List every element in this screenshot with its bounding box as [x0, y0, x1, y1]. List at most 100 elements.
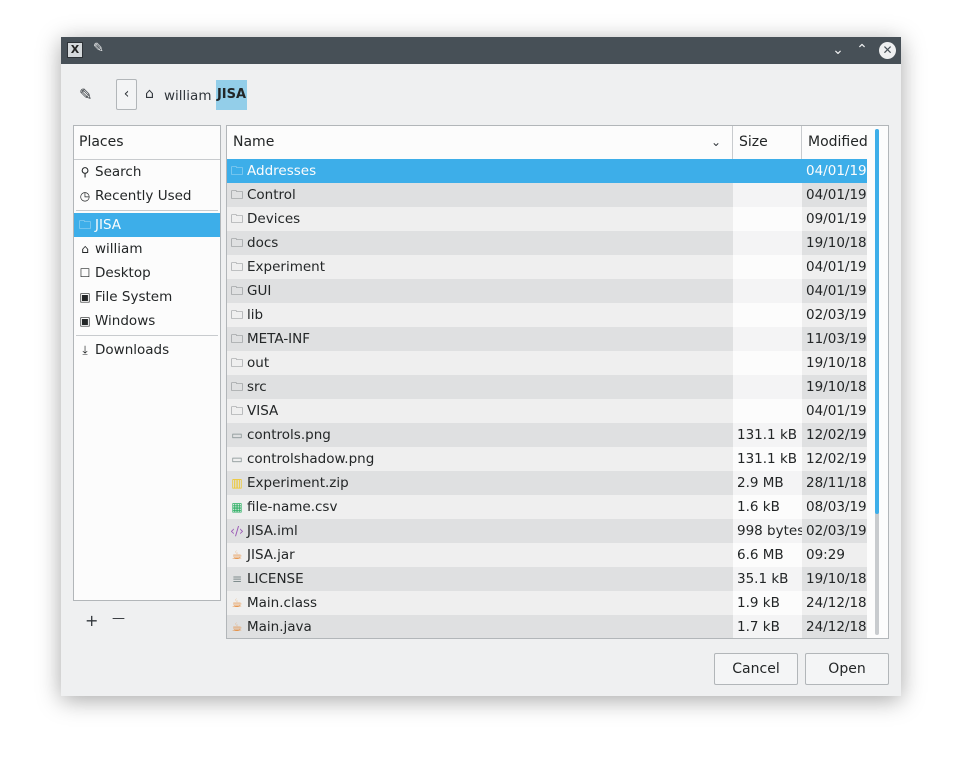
place-file-system[interactable]: ▣ File System — [74, 285, 220, 309]
place-william[interactable]: ⌂ william — [74, 237, 220, 261]
file-name-cell: 🗀 out — [227, 351, 733, 375]
pencil-icon[interactable]: ✎ — [79, 85, 92, 104]
file-name: Experiment.zip — [247, 475, 349, 491]
home-icon[interactable]: ⌂ — [145, 86, 154, 102]
place-recently-used[interactable]: ◷ Recently Used — [74, 184, 220, 208]
file-row[interactable]: 🗀 docs 19/10/18 — [227, 231, 867, 255]
back-button[interactable]: ‹ — [116, 79, 137, 110]
folder-icon: 🗀 — [230, 284, 243, 298]
file-name-cell: 🗀 docs — [227, 231, 733, 255]
file-row[interactable]: ▭ controls.png 131.1 kB 12/02/19 — [227, 423, 867, 447]
file-modified: 04/01/19 — [802, 255, 867, 279]
file-modified: 19/10/18 — [802, 231, 867, 255]
file-row[interactable]: 🗀 GUI 04/01/19 — [227, 279, 867, 303]
file-row[interactable]: 🗀 VISA 04/01/19 — [227, 399, 867, 423]
scroll-thumb[interactable] — [875, 129, 879, 514]
file-size: 1.7 kB — [733, 615, 802, 638]
file-size: 131.1 kB — [733, 423, 802, 447]
places-header: Places — [74, 126, 220, 160]
titlebar[interactable]: X ✎ ⌄ ⌃ ✕ — [61, 37, 901, 64]
file-name: Main.java — [247, 619, 312, 635]
place-windows[interactable]: ▣ Windows — [74, 309, 220, 333]
file-modified: 24/12/18 — [802, 615, 867, 638]
chevron-down-icon[interactable]: ⌄ — [711, 126, 721, 159]
chevron-down-icon[interactable]: ⌄ — [828, 40, 848, 60]
code-file-icon: ‹/› — [230, 524, 244, 538]
file-size: 1.6 kB — [733, 495, 802, 519]
file-dialog: X ✎ ⌄ ⌃ ✕ ✎ ‹ ⌂ william JISA Places ⚲ Sea… — [61, 37, 901, 696]
file-name-cell: ▭ controls.png — [227, 423, 733, 447]
add-place-button[interactable]: + — [85, 611, 98, 630]
file-size — [733, 231, 802, 255]
file-modified: 08/03/19 — [802, 495, 867, 519]
close-icon[interactable]: ✕ — [879, 42, 896, 59]
file-modified: 19/10/18 — [802, 567, 867, 591]
file-size: 998 bytes — [733, 519, 802, 543]
folder-icon: 🗀 — [230, 356, 243, 370]
search-icon: ⚲ — [80, 165, 90, 179]
file-row[interactable]: 🗀 out 19/10/18 — [227, 351, 867, 375]
divider — [76, 210, 218, 211]
file-name-cell: ▭ controlshadow.png — [227, 447, 733, 471]
file-name: JISA.iml — [247, 523, 298, 539]
file-name: JISA.jar — [247, 547, 295, 563]
place-desktop[interactable]: ☐ Desktop — [74, 261, 220, 285]
file-name-cell: 🗀 Addresses — [227, 159, 733, 183]
file-size: 35.1 kB — [733, 567, 802, 591]
file-name-cell: 🗀 lib — [227, 303, 733, 327]
file-row[interactable]: ☕ Main.java 1.7 kB 24/12/18 — [227, 615, 867, 638]
folder-icon: 🗀 — [230, 188, 243, 202]
file-row[interactable]: ☕ JISA.jar 6.6 MB 09:29 — [227, 543, 867, 567]
file-row[interactable]: 🗀 Devices 09/01/19 — [227, 207, 867, 231]
file-row[interactable]: ☕ Main.class 1.9 kB 24/12/18 — [227, 591, 867, 615]
kde-x-icon[interactable]: X — [67, 42, 83, 58]
breadcrumb-william[interactable]: william — [164, 88, 211, 104]
file-size: 131.1 kB — [733, 447, 802, 471]
folder-icon: 🗀 — [230, 332, 243, 346]
file-name: Addresses — [247, 163, 317, 179]
open-button[interactable]: Open — [805, 653, 889, 685]
file-name: src — [247, 379, 267, 395]
file-name-cell: ☕ JISA.jar — [227, 543, 733, 567]
file-modified: 02/03/19 — [802, 519, 867, 543]
column-name[interactable]: Name — [227, 126, 733, 159]
file-modified: 04/01/19 — [802, 399, 867, 423]
file-size — [733, 207, 802, 231]
folder-icon: 🗀 — [230, 308, 243, 322]
chevron-up-icon[interactable]: ⌃ — [852, 40, 872, 60]
file-row[interactable]: 🗀 Addresses 04/01/19 — [227, 159, 867, 183]
file-name: controlshadow.png — [247, 451, 375, 467]
place-jisa[interactable]: 🗀 JISA — [74, 213, 220, 237]
file-row[interactable]: 🗀 Control 04/01/19 — [227, 183, 867, 207]
file-modified: 04/01/19 — [802, 183, 867, 207]
remove-place-button[interactable]: — — [112, 611, 125, 626]
scrollbar[interactable] — [872, 129, 882, 635]
column-modified[interactable]: Modified — [802, 126, 868, 159]
file-row[interactable]: 🗀 src 19/10/18 — [227, 375, 867, 399]
file-row[interactable]: ▭ controlshadow.png 131.1 kB 12/02/19 — [227, 447, 867, 471]
image-file-icon: ▭ — [231, 452, 243, 466]
cancel-button[interactable]: Cancel — [714, 653, 798, 685]
file-row[interactable]: 🗀 lib 02/03/19 — [227, 303, 867, 327]
file-name-cell: 🗀 META-INF — [227, 327, 733, 351]
file-size — [733, 279, 802, 303]
file-row[interactable]: 🗀 Experiment 04/01/19 — [227, 255, 867, 279]
file-modified: 12/02/19 — [802, 447, 867, 471]
pin-icon[interactable]: ✎ — [93, 41, 104, 56]
file-row[interactable]: ‹/› JISA.iml 998 bytes 02/03/19 — [227, 519, 867, 543]
file-row[interactable]: ▦ file-name.csv 1.6 kB 08/03/19 — [227, 495, 867, 519]
file-row[interactable]: 🗀 META-INF 11/03/19 — [227, 327, 867, 351]
column-size[interactable]: Size — [733, 126, 802, 159]
file-size — [733, 351, 802, 375]
breadcrumb-current[interactable]: JISA — [216, 80, 247, 110]
file-size — [733, 327, 802, 351]
place-search[interactable]: ⚲ Search — [74, 160, 220, 184]
file-name: out — [247, 355, 270, 371]
place-downloads[interactable]: ⤓ Downloads — [74, 338, 220, 362]
file-name-cell: ≡ LICENSE — [227, 567, 733, 591]
text-file-icon: ≡ — [231, 572, 243, 586]
file-row[interactable]: ≡ LICENSE 35.1 kB 19/10/18 — [227, 567, 867, 591]
file-row[interactable]: ▥ Experiment.zip 2.9 MB 28/11/18 — [227, 471, 867, 495]
file-list-header: Name ⌄ Size Modified — [227, 126, 868, 160]
java-icon: ☕ — [231, 596, 243, 610]
